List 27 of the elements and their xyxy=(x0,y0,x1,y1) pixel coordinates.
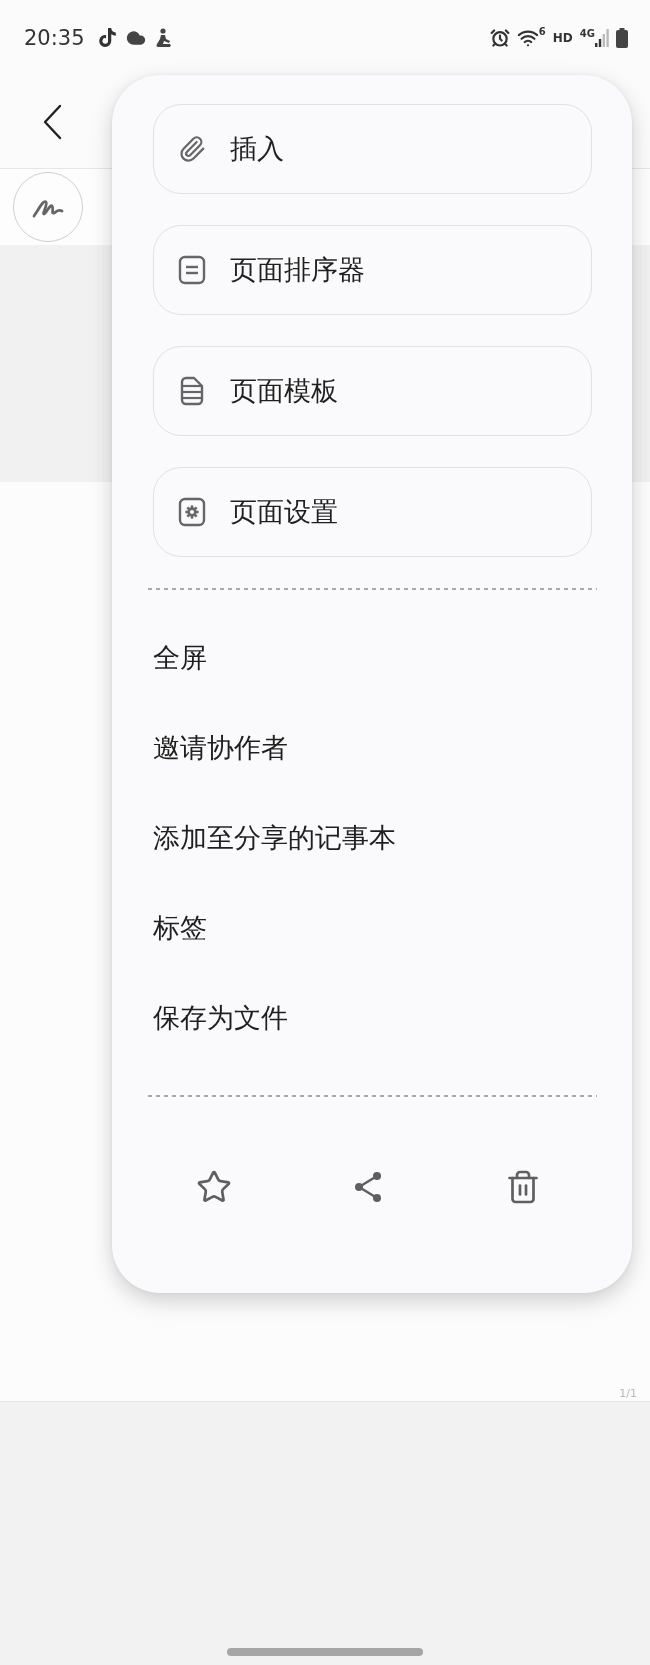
settings-icon xyxy=(178,497,206,527)
person-icon xyxy=(154,27,172,48)
menu-option[interactable]: 页面模板 xyxy=(153,346,592,436)
network-label: 4G xyxy=(579,28,595,39)
tiktok-icon xyxy=(97,28,117,47)
menu-item[interactable]: 添加至分享的记事本 xyxy=(153,793,396,883)
paperclip-icon xyxy=(178,135,206,163)
page-indicator: 1/1 xyxy=(619,1387,637,1400)
hd-label: HD xyxy=(552,31,573,44)
share-icon xyxy=(353,1171,384,1203)
menu-item[interactable]: 保存为文件 xyxy=(153,973,288,1063)
signal-icon xyxy=(595,28,609,47)
lined-document-icon xyxy=(180,376,204,406)
menu-option[interactable]: 页面设置 xyxy=(153,467,592,557)
menu-option[interactable]: 插入 xyxy=(153,104,592,194)
navigation-handle[interactable] xyxy=(227,1648,423,1656)
wifi-label: 6 xyxy=(538,26,546,37)
star-icon xyxy=(196,1169,233,1205)
status-time: 20:35 xyxy=(24,25,85,50)
document-icon xyxy=(178,255,206,285)
battery-icon xyxy=(616,27,628,48)
menu-item[interactable]: 全屏 xyxy=(153,613,207,703)
menu-item[interactable]: 邀请协作者 xyxy=(153,703,288,793)
menu-option[interactable]: 页面排序器 xyxy=(153,225,592,315)
menu-item[interactable]: 标签 xyxy=(153,883,207,973)
back-icon xyxy=(42,103,62,140)
alarm-icon xyxy=(489,27,510,48)
